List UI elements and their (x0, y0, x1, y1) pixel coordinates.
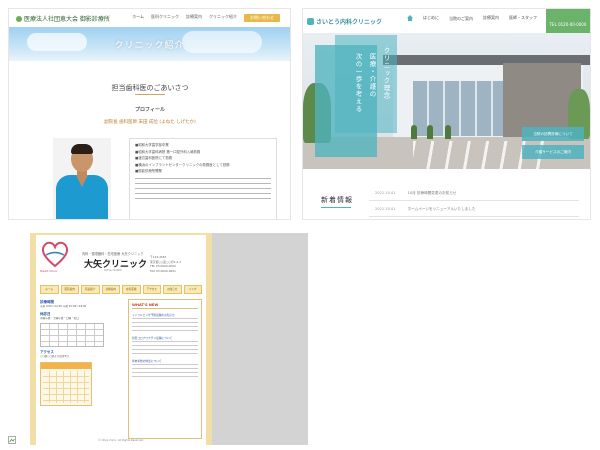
nav-guide[interactable]: 診療案内 (186, 14, 202, 22)
page-frame: Heart Clinic 内科・循環器科・在宅医療 大矢クリニック 大矢クリニッ… (30, 233, 212, 445)
news-item[interactable]: 2021.10.01 10月 診療時間変更のお知らせ (375, 191, 456, 196)
page-banner: クリニック紹介 (9, 27, 290, 61)
greeting-paragraph (135, 177, 271, 202)
heading-underline (135, 94, 165, 95)
clinic-intro-screenshot[interactable]: 医療法人社団恵大会 御影診療所 ホーム 医科クリニック 診療案内 クリニック紹介… (8, 8, 291, 220)
phone-button[interactable]: TEL 0120-00-0000 (546, 9, 590, 33)
footer: © Ohya Clinic. All Rights Reserved. (98, 439, 144, 442)
profile-heading: プロフィール (135, 107, 165, 113)
closed-text: 木曜午後・土曜午後・日曜・祝日 (40, 317, 79, 320)
header: 医療法人社団恵大会 御影診療所 ホーム 医科クリニック 診療案内 クリニック紹介… (9, 9, 290, 27)
menu-services[interactable]: 診療案内 (101, 285, 120, 294)
nav-services[interactable]: 診療案内 (483, 15, 499, 21)
brand-label: Heart Clinic (40, 269, 58, 273)
career-item: ■横浜のインプラントセンタークリニックの勤務医として勤務 (135, 162, 230, 167)
notice-title[interactable]: インフルエンザ予防接種のお知らせ (132, 313, 198, 317)
whats-new-title: WHAT'S NEW (132, 303, 198, 309)
menu-bar: ホーム 医院案内 院長紹介 診療案内 在宅医療 アクセス お知らせ リンク (40, 285, 202, 294)
access-text: ○○線○○駅より徒歩5分 (40, 355, 69, 358)
nav-medical[interactable]: 医科クリニック (151, 14, 179, 22)
menu-news[interactable]: お知らせ (163, 285, 182, 294)
career-item: ■渡辺歯科医院にて勤務 (135, 156, 173, 161)
home-visit-badge[interactable]: 当院の訪問診療について (522, 127, 584, 141)
whats-new-box: WHAT'S NEW インフルエンザ予防接種のお知らせ 新型コロナワクチン接種に… (128, 299, 202, 439)
notice-title[interactable]: 新型コロナワクチン接種について (132, 336, 198, 340)
news-title: 新着情報 (321, 196, 353, 204)
calendar (40, 362, 92, 406)
ohya-clinic-screenshot[interactable]: Heart Clinic 内科・循環器科・在宅医療 大矢クリニック 大矢クリニッ… (30, 233, 308, 445)
logo-mark-icon (307, 18, 314, 25)
home-icon[interactable] (407, 15, 413, 21)
career-item: ■御影診療所開業 (135, 169, 162, 174)
news-item[interactable]: 2021.10.01 ホームページをリニューアルいたしました (375, 207, 476, 212)
menu-access[interactable]: アクセス (142, 285, 161, 294)
nav-contact-button[interactable]: お問い合わせ (244, 14, 280, 22)
menu-links[interactable]: リンク (183, 285, 202, 294)
heart-logo-icon[interactable] (40, 239, 70, 269)
hours-table (40, 323, 104, 347)
news-section: 新着情報 2021.10.01 10月 診療時間変更のお知らせ 2021.10.0… (303, 169, 590, 219)
notice-body (132, 364, 198, 378)
career-item: ■昭和大学歯学部卒業 (135, 143, 169, 147)
notice-body (132, 318, 198, 332)
clinic-subtitle: 内科・循環器科・在宅医療 大矢クリニック (82, 252, 144, 256)
menu-director[interactable]: 院長紹介 (81, 285, 100, 294)
site-logo[interactable]: 医療法人社団恵大会 御影診療所 (16, 14, 110, 23)
clinic-romaji: OHYA CLINIC (104, 268, 122, 272)
career-item: ■昭和大学歯科病院 第一口腔外科入局勤務 (135, 149, 201, 154)
section-heading: 担当歯科医のごあいさつ (111, 84, 189, 92)
hours-text: 午前 9:00〜12:00 午後 15:00〜18:00 (40, 305, 87, 308)
career-box: ■昭和大学歯学部卒業 ■昭和大学歯科病院 第一口腔外科入局勤務 ■渡辺歯科医院に… (129, 138, 277, 219)
menu-home-care[interactable]: 在宅医療 (122, 285, 141, 294)
site-logo[interactable]: さいとう内科クリニック (307, 17, 382, 26)
notice-title[interactable]: 年末年始の休診について (132, 359, 198, 363)
header: Heart Clinic 内科・循環器科・在宅医療 大矢クリニック 大矢クリニッ… (36, 235, 206, 281)
doctor-name: 副院長 歯科医師 末田 成位 (よねた しげたか) (104, 120, 196, 125)
hero-text: 次の一歩を考える (354, 53, 362, 113)
logo-mark-icon (16, 16, 22, 22)
global-nav: はじめに 当院のご案内 診療案内 医師・スタッフ アクセス (407, 15, 563, 21)
hero-text: クリニック理念 (382, 47, 390, 100)
menu-home[interactable]: ホーム (40, 285, 59, 294)
nav-intro[interactable]: はじめに (423, 15, 439, 21)
nav-staff[interactable]: 医師・スタッフ (509, 15, 537, 21)
hero-text: 医療・介護の (368, 53, 376, 98)
nav-clinic-guide[interactable]: 当院のご案内 (449, 16, 473, 21)
global-nav: ホーム 医科クリニック 診療案内 クリニック紹介 お問い合わせ (132, 14, 280, 22)
banner-title: クリニック紹介 (114, 41, 185, 51)
notice-body (132, 341, 198, 355)
doctor-photo (53, 138, 111, 219)
internal-medicine-screenshot[interactable]: さいとう内科クリニック はじめに 当院のご案内 診療案内 医師・スタッフ アクセ… (302, 8, 591, 220)
sidebar: 診療時間 午前 9:00〜12:00 午後 15:00〜18:00 休診日 木曜… (40, 297, 112, 439)
broken-image-icon (8, 436, 16, 444)
header: さいとう内科クリニック はじめに 当院のご案内 診療案内 医師・スタッフ アクセ… (303, 9, 590, 33)
page-inner: Heart Clinic 内科・循環器科・在宅医療 大矢クリニック 大矢クリニッ… (36, 235, 206, 445)
content-area: 担当歯科医のごあいさつ プロフィール 副院長 歯科医師 末田 成位 (よねた し… (19, 61, 281, 219)
hero-image: クリニック理念 医療・介護の 次の一歩を考える 当院の訪問診療について 介護サー… (303, 33, 590, 169)
care-service-badge[interactable]: 介護サービスのご案内 (522, 145, 584, 159)
menu-about[interactable]: 医院案内 (60, 285, 79, 294)
clinic-address: 〒123-4567 東京都○○区○○町1-2-3 TEL 03-0000-000… (150, 255, 182, 273)
nav-about[interactable]: クリニック紹介 (209, 14, 237, 22)
nav-home[interactable]: ホーム (132, 14, 144, 22)
